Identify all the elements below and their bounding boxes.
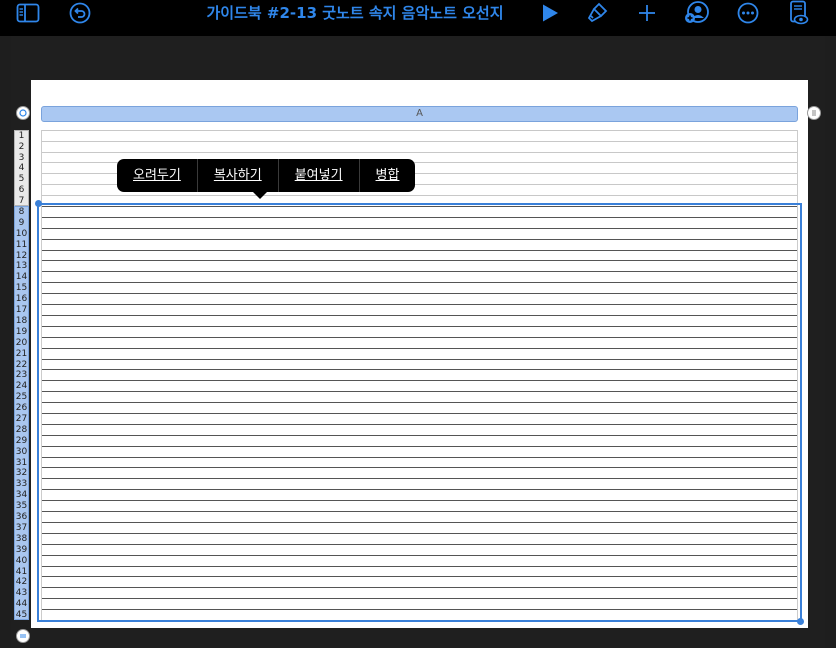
row-number: 13 xyxy=(15,261,28,272)
cell-selection[interactable] xyxy=(37,203,802,622)
play-icon[interactable] xyxy=(538,0,562,26)
document-title[interactable]: 가이드북 #2-13 굿노트 속지 음악노트 오선지 xyxy=(140,0,570,26)
row-line xyxy=(42,130,797,131)
row-number: 37 xyxy=(15,522,28,533)
row-number: 33 xyxy=(15,479,28,490)
row-number: 11 xyxy=(15,239,28,250)
row-line xyxy=(42,194,797,196)
row-line xyxy=(42,151,797,153)
row-number: 31 xyxy=(15,457,28,468)
collaborate-icon[interactable] xyxy=(683,0,711,26)
row-number: 6 xyxy=(18,185,25,195)
row-number: 27 xyxy=(15,414,28,424)
row-number: 40 xyxy=(15,555,28,566)
row-number: 45 xyxy=(15,610,28,621)
row-number: 4 xyxy=(18,163,25,174)
context-menu-arrow xyxy=(252,191,268,199)
toolbar: 가이드북 #2-13 굿노트 속지 음악노트 오선지 xyxy=(0,0,836,36)
column-resize-handle[interactable] xyxy=(807,106,821,120)
row-number: 29 xyxy=(15,435,28,446)
undo-icon[interactable] xyxy=(67,0,93,26)
row-number: 14 xyxy=(15,272,28,283)
row-number: 22 xyxy=(15,359,28,370)
row-number: 16 xyxy=(15,294,28,305)
row-number: 10 xyxy=(15,228,28,239)
menu-item-cut[interactable]: 오려두기 xyxy=(117,159,198,192)
menu-item-paste[interactable]: 붙여넣기 xyxy=(279,159,360,192)
select-all-handle[interactable] xyxy=(16,106,30,120)
row-number: 28 xyxy=(15,424,28,435)
menu-item-merge[interactable]: 병합 xyxy=(360,159,416,192)
row-number: 43 xyxy=(15,588,28,599)
row-number: 39 xyxy=(15,544,28,555)
row-number: 7 xyxy=(18,195,25,206)
row-number: 20 xyxy=(15,337,28,348)
row-number: 1 xyxy=(18,131,25,141)
row-number: 21 xyxy=(15,348,28,359)
row-number: 41 xyxy=(15,566,28,577)
sidebar-icon[interactable] xyxy=(14,0,42,26)
row-number: 38 xyxy=(15,533,28,544)
row-number: 12 xyxy=(15,250,28,261)
row-line xyxy=(42,140,797,142)
row-number: 19 xyxy=(15,326,28,337)
row-number: 17 xyxy=(15,305,28,316)
column-label: A xyxy=(416,108,423,119)
document-view-icon[interactable] xyxy=(787,0,811,26)
row-number: 34 xyxy=(15,490,28,501)
row-number: 35 xyxy=(15,501,28,512)
row-number: 26 xyxy=(15,403,28,414)
context-menu: 오려두기 복사하기 붙여넣기 병합 xyxy=(117,159,416,192)
row-number: 9 xyxy=(18,217,25,228)
selection-handle-bottom-right[interactable] xyxy=(797,618,804,625)
row-resize-handle[interactable] xyxy=(16,629,30,643)
row-number: 15 xyxy=(15,283,28,294)
menu-item-copy[interactable]: 복사하기 xyxy=(198,159,279,192)
row-number: 44 xyxy=(15,599,28,610)
more-icon[interactable] xyxy=(736,0,760,26)
row-number: 32 xyxy=(15,468,28,479)
row-number: 3 xyxy=(18,152,25,163)
column-header-a[interactable]: A xyxy=(41,106,798,122)
add-icon[interactable] xyxy=(636,0,658,26)
row-number: 24 xyxy=(15,381,28,392)
row-number: 8 xyxy=(18,207,25,217)
row-number: 18 xyxy=(15,315,28,326)
selection-handle-top-left[interactable] xyxy=(35,200,42,207)
row-number: 30 xyxy=(15,446,28,457)
row-number: 42 xyxy=(15,577,28,588)
format-brush-icon[interactable] xyxy=(584,0,610,26)
row-number: 23 xyxy=(15,370,28,381)
row-number: 2 xyxy=(18,141,25,152)
row-number: 5 xyxy=(18,174,25,185)
row-number: 36 xyxy=(15,512,28,523)
row-number: 25 xyxy=(15,392,28,403)
row-numbers: 1 2 3 4 5 6 7 8 9 10 11 12 13 14 15 16 17 18 19 20 21 22 23 24 2… xyxy=(14,130,29,620)
